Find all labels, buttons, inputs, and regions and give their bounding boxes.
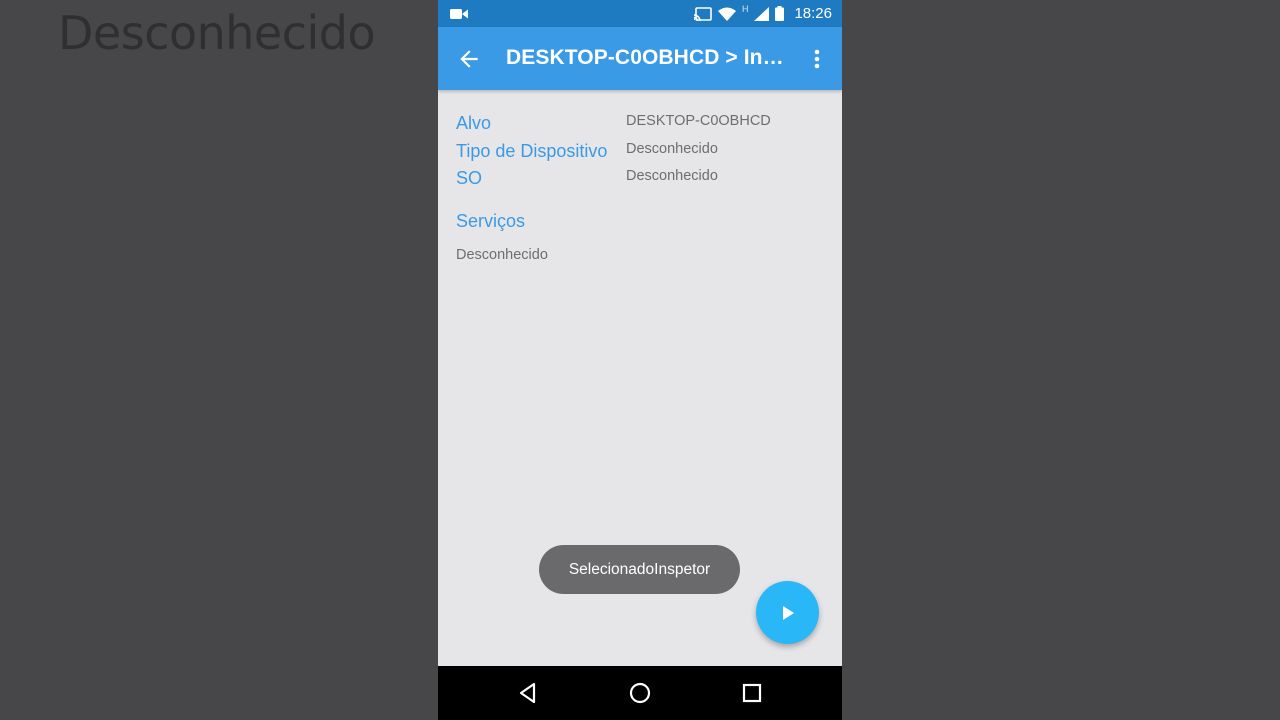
recents-square-icon[interactable] [739,680,765,706]
app-bar: DESKTOP-C0OBHCD > Ins... [438,27,842,90]
target-label: Alvo [456,113,492,133]
app-bar-title: DESKTOP-C0OBHCD > Ins... [506,46,788,69]
status-bar: H 18:26 [438,0,842,27]
play-icon [782,605,794,620]
os-value: Desconhecido [626,168,718,184]
services-title: Serviços [456,211,526,231]
device-type-value: Desconhecido [626,140,718,157]
toast-message: SelecionadoInspetor [539,545,740,594]
signal-icon [754,6,770,21]
info-values: DESKTOP-C0OBHCD Desconhecido Desconhecid… [626,108,771,191]
target-value: DESKTOP-C0OBHCD [626,113,771,129]
navigation-bar [438,666,842,720]
background-mirrored-text: Desconhecido [58,6,376,60]
info-labels: Alvo Tipo de Dispositivo SO [456,110,607,193]
device-type-label: Tipo de Dispositivo [456,140,608,161]
battery-icon [775,6,785,21]
os-label: SO [456,168,483,188]
phone-screen: H 18:26 DESKTOP-C0OBHCD > Ins... Alvo Ti… [438,0,842,720]
more-vert-icon[interactable] [808,47,826,71]
start-scan-button[interactable] [756,581,819,644]
status-clock: 18:26 [794,5,832,22]
cast-icon [693,6,712,21]
video-camera-icon [450,9,468,19]
wifi-icon [717,7,736,21]
home-circle-icon[interactable] [627,680,653,706]
arrow-back-icon[interactable] [456,46,482,72]
network-type-label: H [741,3,749,14]
services-value: Desconhecido [456,247,548,263]
back-triangle-icon[interactable] [515,680,541,706]
